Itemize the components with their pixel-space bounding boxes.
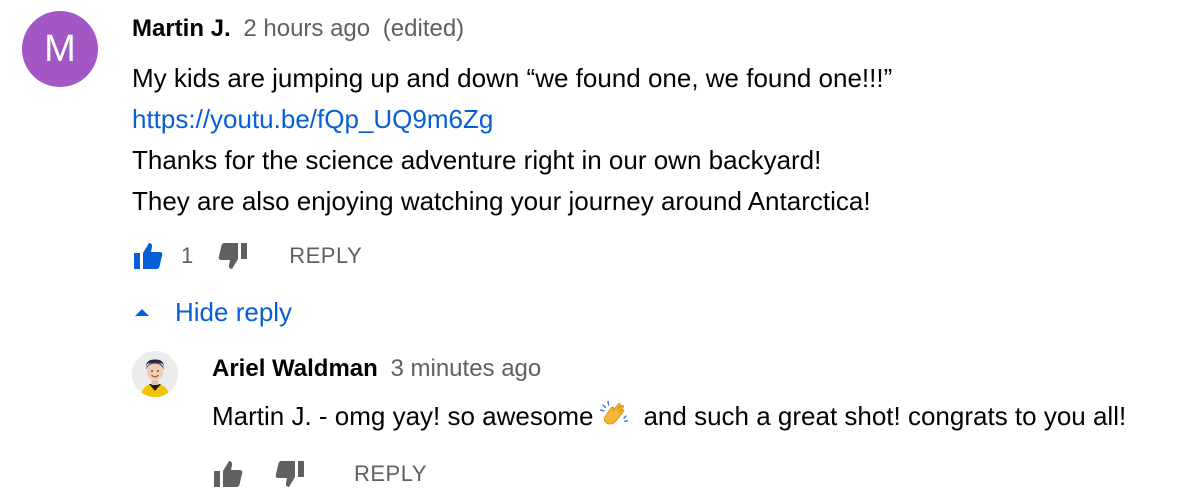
- comment-body: My kids are jumping up and down “we foun…: [132, 58, 892, 222]
- person-avatar-icon: [132, 351, 178, 397]
- clapping-hands-icon: [599, 399, 629, 438]
- reply-author-name[interactable]: Ariel Waldman: [212, 355, 378, 382]
- like-count: 1: [181, 243, 194, 268]
- thumbs-up-icon[interactable]: [212, 458, 244, 490]
- author-avatar[interactable]: M: [22, 11, 98, 87]
- comment-text-line: My kids are jumping up and down “we foun…: [132, 63, 893, 93]
- comment-text-line: They are also enjoying watching your jou…: [132, 186, 871, 216]
- reply-header: Ariel Waldman 3 minutes ago: [212, 354, 541, 384]
- thumbs-up-filled-icon[interactable]: [132, 240, 164, 272]
- reply-body: Martin J. - omg yay! so awesome and such…: [212, 398, 1126, 438]
- reply-button[interactable]: REPLY: [354, 461, 427, 487]
- hide-replies-label: Hide reply: [175, 296, 293, 327]
- comment-link[interactable]: https://youtu.be/fQp_UQ9m6Zg: [132, 99, 892, 140]
- hide-replies-toggle[interactable]: Hide reply: [132, 292, 292, 332]
- comment-text-line: Thanks for the science adventure right i…: [132, 145, 822, 175]
- reply-author-avatar[interactable]: [132, 351, 178, 397]
- thumbs-down-icon[interactable]: [274, 458, 306, 490]
- reply-timestamp[interactable]: 3 minutes ago: [390, 355, 541, 382]
- comment-actions: 1 REPLY: [132, 238, 362, 274]
- reply-text: and such a great shot! congrats to you a…: [643, 401, 1127, 431]
- caret-up-icon: [135, 308, 149, 316]
- edited-label: (edited): [382, 15, 465, 42]
- author-name[interactable]: Martin J.: [132, 15, 231, 42]
- reply-actions: REPLY: [212, 456, 427, 492]
- thumbs-down-icon[interactable]: [217, 240, 249, 272]
- reply-text: Martin J. - omg yay! so awesome: [212, 401, 594, 431]
- reply-button[interactable]: REPLY: [289, 243, 362, 269]
- comment-timestamp[interactable]: 2 hours ago: [243, 15, 370, 42]
- comment-header: Martin J. 2 hours ago (edited): [132, 14, 464, 44]
